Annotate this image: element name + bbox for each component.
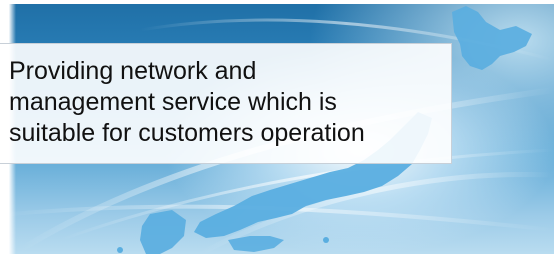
kyushu-island — [140, 210, 186, 254]
small-island — [117, 247, 123, 253]
tagline-line-2: management service which is — [9, 88, 337, 116]
tagline-panel: Providing network and management service… — [0, 43, 452, 164]
small-island — [323, 237, 329, 243]
tagline-line-3: suitable for customers operation — [9, 119, 365, 147]
hero-banner: Providing network and management service… — [0, 0, 554, 254]
top-edge — [0, 0, 554, 4]
tagline-text: Providing network and management service… — [9, 56, 445, 149]
hokkaido-island — [452, 6, 532, 70]
tagline-line-1: Providing network and — [9, 57, 257, 85]
